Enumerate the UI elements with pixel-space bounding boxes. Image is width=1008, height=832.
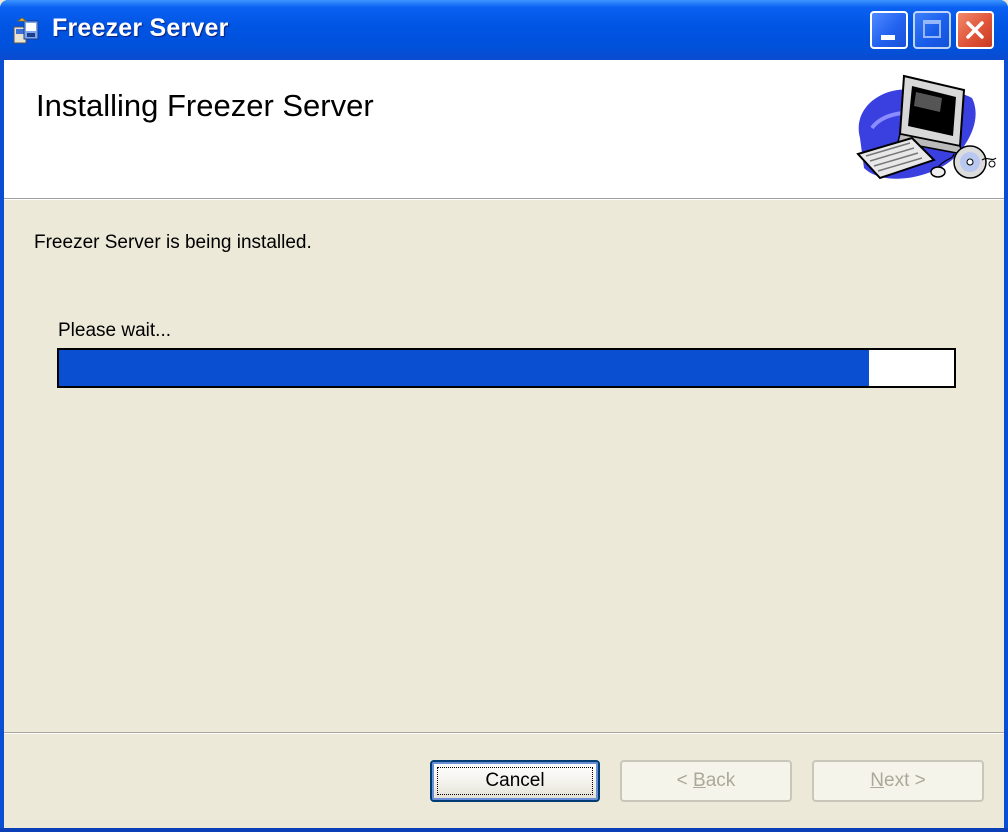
close-button[interactable]	[956, 11, 994, 49]
dialog-client-area: Installing Freezer Server Freezer Server…	[4, 60, 1004, 828]
close-icon	[966, 21, 984, 39]
next-button-accel-key: N	[870, 770, 884, 791]
title-bar[interactable]: Freezer Server	[0, 0, 1008, 60]
page-title: Installing Freezer Server	[36, 88, 374, 123]
cancel-button[interactable]: Cancel	[430, 760, 600, 802]
computer-cd-graphic	[856, 74, 997, 180]
window-frame-bottom	[0, 828, 1008, 832]
minimize-icon	[881, 35, 895, 40]
back-button-prefix: <	[676, 770, 694, 791]
header-banner: Installing Freezer Server	[4, 60, 1004, 199]
back-button-label: ack	[705, 770, 736, 791]
next-button-label: ext >	[884, 770, 926, 791]
banner-divider	[4, 199, 1004, 200]
window-title: Freezer Server	[52, 14, 229, 42]
installer-icon	[13, 17, 39, 44]
next-button[interactable]: Next >	[812, 760, 984, 802]
back-button[interactable]: < Back	[620, 760, 792, 802]
back-button-accel-key: B	[693, 770, 706, 791]
window-frame-right	[1004, 60, 1008, 832]
minimize-button[interactable]	[870, 11, 908, 49]
progress-fill	[59, 350, 869, 386]
maximize-icon	[923, 20, 941, 38]
focus-rectangle	[437, 767, 593, 795]
footer-separator-highlight	[4, 733, 1004, 734]
installer-window: Freezer Server Installing Freezer Server	[0, 0, 1008, 832]
maximize-button[interactable]	[913, 11, 951, 49]
progress-label: Please wait...	[58, 320, 171, 341]
install-status-text: Freezer Server is being installed.	[34, 232, 312, 253]
install-progress-bar	[57, 348, 956, 388]
